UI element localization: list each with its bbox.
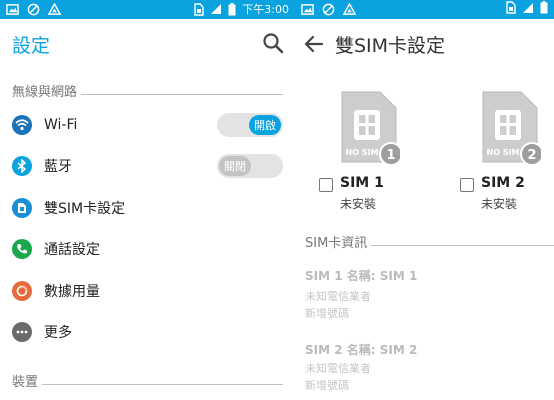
battery-icon (228, 2, 236, 15)
settings-item-label: 數據用量 (44, 284, 100, 300)
settings-item-dual-sim[interactable]: 雙SIM卡設定 (0, 188, 295, 228)
section-label: 裝置 (12, 374, 39, 390)
sim-info-title: SIM 1 名稱: SIM 1 (305, 269, 418, 283)
sim-status-icon (506, 1, 516, 14)
toggle-state: 開啟 (249, 115, 281, 135)
image-icon (301, 4, 314, 15)
section-divider (42, 383, 283, 385)
sim-name: SIM 2 (481, 175, 525, 191)
status-bar: 下午3:00 (0, 0, 295, 19)
sim-slot-number: 1 (386, 148, 395, 163)
battery-icon (540, 1, 548, 14)
signal-icon (523, 2, 533, 13)
status-time: 下午3:00 (242, 3, 289, 16)
alert-icon (48, 3, 61, 15)
back-arrow-icon[interactable] (303, 33, 325, 55)
bluetooth-toggle[interactable]: 關閉 (217, 154, 283, 178)
section-header-sim-info: SIM卡資訊 (305, 230, 554, 252)
settings-item-more[interactable]: 更多 (0, 312, 295, 352)
search-icon[interactable] (261, 31, 285, 55)
sim-card-text: NO SIM (487, 148, 520, 157)
bluetooth-icon (12, 156, 32, 176)
sim-slot-number: 2 (527, 148, 536, 163)
sim-name: SIM 1 (340, 175, 384, 191)
alert-icon (343, 3, 356, 15)
block-icon (27, 3, 40, 16)
settings-item-data-usage[interactable]: 數據用量 (0, 271, 295, 311)
wifi-icon (12, 115, 32, 135)
settings-item-label: 雙SIM卡設定 (44, 201, 126, 217)
sim-card-text: NO SIM (346, 148, 379, 157)
more-icon (12, 322, 32, 342)
dual-sim-settings-screen: 雙SIM卡設定 NO SIM 1 SIM 1 未安裝 NO SIM 2 SIM … (295, 0, 554, 400)
sim-status: 未安裝 (481, 197, 518, 211)
signal-icon (211, 4, 222, 14)
sim-icon (12, 198, 32, 218)
section-divider (371, 244, 554, 246)
sim-carrier: 未知電信業者 (305, 362, 371, 375)
page-title: 雙SIM卡設定 (335, 35, 446, 57)
image-icon (6, 4, 19, 15)
settings-item-label: 通話設定 (44, 242, 100, 258)
settings-item-bluetooth[interactable]: 藍牙 關閉 (0, 146, 295, 186)
block-icon (322, 3, 335, 16)
status-bar (295, 0, 554, 19)
sim-info-title: SIM 2 名稱: SIM 2 (305, 343, 418, 357)
section-label: 無線與網路 (12, 84, 78, 100)
app-bar: 雙SIM卡設定 (295, 19, 554, 71)
toggle-state: 關閉 (219, 156, 251, 176)
phone-icon (12, 239, 32, 259)
section-header-wireless: 無線與網路 (12, 79, 283, 101)
sim-status-icon (194, 2, 204, 16)
app-bar: 設定 (0, 19, 295, 71)
section-divider (81, 93, 283, 95)
sim-card-icon: NO SIM 2 (482, 91, 541, 166)
section-label: SIM卡資訊 (305, 235, 368, 251)
settings-item-wifi[interactable]: Wi-Fi 開啟 (0, 105, 295, 145)
section-header-device: 裝置 (12, 369, 283, 391)
settings-screen: 下午3:00 設定 無線與網路 Wi-Fi 開啟 藍牙 關閉 雙SIM卡設定 通… (0, 0, 295, 400)
settings-item-label: Wi-Fi (44, 117, 78, 133)
settings-item-label: 更多 (44, 325, 72, 341)
sim2-checkbox[interactable] (460, 178, 474, 192)
sim-carrier: 未知電信業者 (305, 290, 371, 303)
sim1-checkbox[interactable] (319, 178, 333, 192)
sim-add-number: 新增號碼 (305, 307, 349, 320)
data-usage-icon (12, 281, 32, 301)
settings-item-label: 藍牙 (44, 159, 72, 175)
wifi-toggle[interactable]: 開啟 (217, 113, 283, 137)
sim-add-number: 新增號碼 (305, 379, 349, 392)
sim-card-icon: NO SIM 1 (341, 91, 400, 166)
page-title: 設定 (12, 35, 51, 57)
sim-status: 未安裝 (340, 197, 377, 211)
settings-item-call[interactable]: 通話設定 (0, 229, 295, 269)
